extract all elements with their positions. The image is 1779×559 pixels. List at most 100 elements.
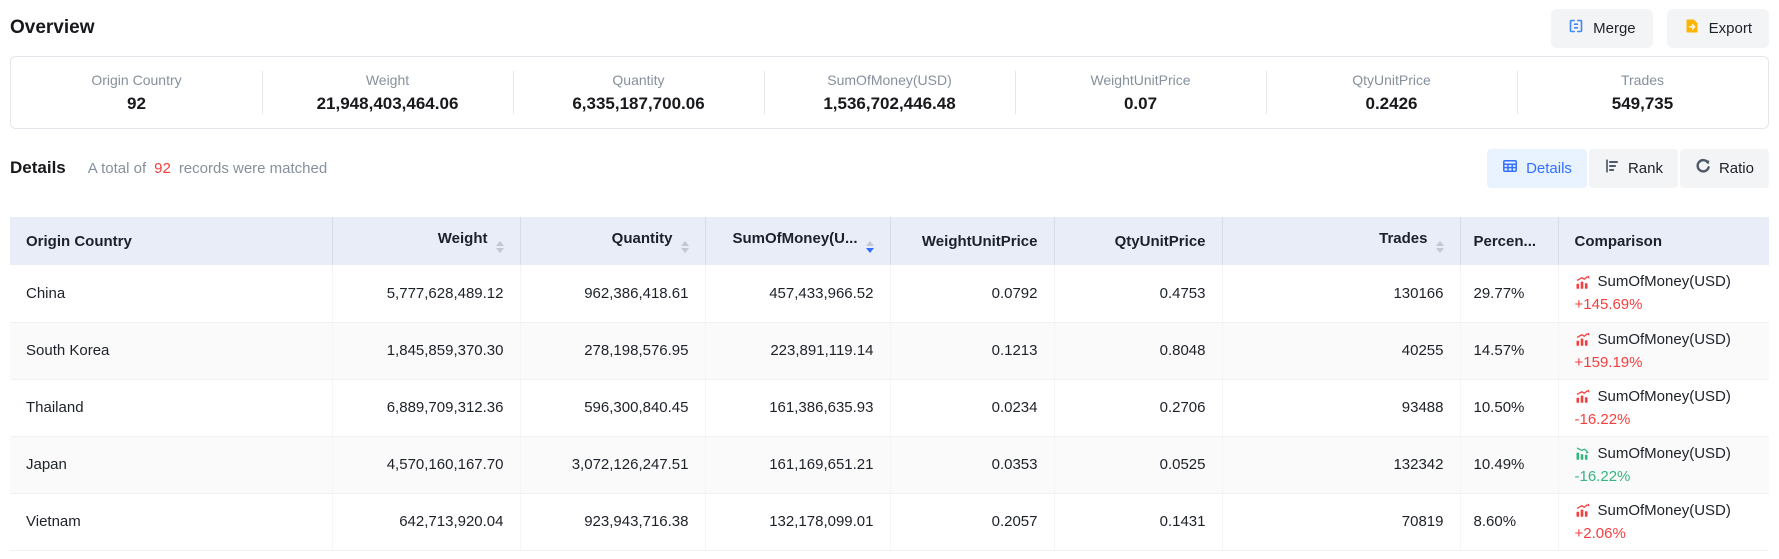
sort-arrows-icon (496, 241, 504, 253)
column-header-sum-of-money[interactable]: SumOfMoney(U... (705, 217, 890, 265)
table-row: Japan 4,570,160,167.70 3,072,126,247.51 … (10, 436, 1769, 493)
comparison-change: -16.22% (1575, 408, 1770, 431)
stat-label: Weight (366, 72, 409, 88)
cell-weight-unit-price: 0.2057 (890, 493, 1054, 550)
merge-icon (1568, 18, 1584, 38)
cell-country: Thailand (10, 379, 332, 436)
view-tab-ratio[interactable]: Ratio (1680, 149, 1769, 188)
column-header-weight-unit-price: WeightUnitPrice (890, 217, 1054, 265)
cell-weight-unit-price: 0.0792 (890, 265, 1054, 322)
export-button[interactable]: Export (1667, 9, 1769, 48)
cell-sum-of-money: 161,169,651.21 (705, 436, 890, 493)
overview-page: Overview Merge (0, 0, 1779, 551)
column-header-origin-country: Origin Country (10, 217, 332, 265)
cell-qty-unit-price: 0.1431 (1054, 493, 1222, 550)
column-header-weight[interactable]: Weight (332, 217, 520, 265)
trend-up-chart-icon (1575, 388, 1591, 404)
comparison-change: -16.22% (1575, 465, 1770, 488)
trend-up-chart-icon (1575, 331, 1591, 347)
cell-country: Vietnam (10, 493, 332, 550)
cell-quantity: 923,943,716.38 (520, 493, 705, 550)
cell-percentage: 14.57% (1460, 322, 1558, 379)
cell-quantity: 278,198,576.95 (520, 322, 705, 379)
cell-trades: 130166 (1222, 265, 1460, 322)
record-count: 92 (154, 160, 171, 177)
table-header-row: Origin Country Weight Quantity SumOfMone… (10, 217, 1769, 265)
cell-sum-of-money: 223,891,119.14 (705, 322, 890, 379)
stat-weight-unit-price: WeightUnitPrice 0.07 (1015, 57, 1266, 128)
cell-qty-unit-price: 0.4753 (1054, 265, 1222, 322)
stat-label: SumOfMoney(USD) (827, 72, 951, 88)
stat-weight: Weight 21,948,403,464.06 (262, 57, 513, 128)
cell-country: South Korea (10, 322, 332, 379)
table-row: Thailand 6,889,709,312.36 596,300,840.45… (10, 379, 1769, 436)
view-tab-details[interactable]: Details (1487, 149, 1587, 188)
cell-trades: 40255 (1222, 322, 1460, 379)
column-header-quantity[interactable]: Quantity (520, 217, 705, 265)
sort-arrows-desc-active-icon (866, 241, 874, 253)
cell-weight: 6,889,709,312.36 (332, 379, 520, 436)
page-title: Overview (10, 17, 95, 39)
stat-value: 21,948,403,464.06 (317, 94, 459, 114)
stat-quantity: Quantity 6,335,187,700.06 (513, 57, 764, 128)
export-file-icon (1684, 18, 1700, 38)
table-row: South Korea 1,845,859,370.30 278,198,576… (10, 322, 1769, 379)
details-header-bar: Details A total of 92 records were match… (10, 148, 1769, 188)
comparison-metric: SumOfMoney(USD) (1598, 270, 1731, 293)
view-tab-label: Rank (1628, 160, 1663, 177)
details-title: Details (10, 158, 66, 178)
column-header-trades[interactable]: Trades (1222, 217, 1460, 265)
cell-percentage: 10.50% (1460, 379, 1558, 436)
summary-prefix: A total of (88, 160, 146, 177)
stat-origin-country: Origin Country 92 (11, 57, 262, 128)
stat-label: QtyUnitPrice (1352, 72, 1431, 88)
comparison-change: +2.06% (1575, 522, 1770, 545)
toolbar-actions: Merge Export (1551, 9, 1769, 48)
column-header-comparison: Comparison (1558, 217, 1769, 265)
column-header-qty-unit-price: QtyUnitPrice (1054, 217, 1222, 265)
trend-up-chart-icon (1575, 274, 1591, 290)
stat-trades: Trades 549,735 (1517, 57, 1768, 128)
cell-weight-unit-price: 0.0234 (890, 379, 1054, 436)
cell-quantity: 596,300,840.45 (520, 379, 705, 436)
stat-label: Quantity (612, 72, 664, 88)
view-tab-rank[interactable]: Rank (1589, 149, 1678, 188)
cell-comparison: SumOfMoney(USD) +145.69% (1558, 265, 1769, 322)
stat-label: Origin Country (91, 72, 181, 88)
cell-percentage: 8.60% (1460, 493, 1558, 550)
comparison-metric: SumOfMoney(USD) (1598, 499, 1731, 522)
cell-percentage: 10.49% (1460, 436, 1558, 493)
stat-value: 6,335,187,700.06 (572, 94, 704, 114)
cell-weight: 4,570,160,167.70 (332, 436, 520, 493)
merge-button[interactable]: Merge (1551, 9, 1653, 48)
cell-quantity: 3,072,126,247.51 (520, 436, 705, 493)
merge-button-label: Merge (1593, 20, 1636, 37)
cell-weight-unit-price: 0.1213 (890, 322, 1054, 379)
stat-label: WeightUnitPrice (1090, 72, 1190, 88)
cell-weight: 1,845,859,370.30 (332, 322, 520, 379)
table-grid-icon (1502, 158, 1518, 178)
comparison-change: +145.69% (1575, 293, 1770, 316)
cell-country: Japan (10, 436, 332, 493)
comparison-metric: SumOfMoney(USD) (1598, 328, 1731, 351)
view-switch: Details Rank Ratio (1487, 149, 1769, 188)
cell-qty-unit-price: 0.0525 (1054, 436, 1222, 493)
cell-sum-of-money: 457,433,966.52 (705, 265, 890, 322)
export-button-label: Export (1709, 20, 1752, 37)
details-table: Origin Country Weight Quantity SumOfMone… (10, 217, 1769, 551)
stat-value: 1,536,702,446.48 (823, 94, 955, 114)
stat-value: 549,735 (1612, 94, 1673, 114)
summary-suffix: records were matched (179, 160, 327, 177)
table-row: Vietnam 642,713,920.04 923,943,716.38 13… (10, 493, 1769, 550)
trend-down-chart-icon (1575, 445, 1591, 461)
stat-qty-unit-price: QtyUnitPrice 0.2426 (1266, 57, 1517, 128)
cell-sum-of-money: 132,178,099.01 (705, 493, 890, 550)
sort-arrows-icon (681, 241, 689, 253)
top-bar: Overview Merge (10, 0, 1769, 56)
cell-comparison: SumOfMoney(USD) -16.22% (1558, 436, 1769, 493)
stat-sum-of-money: SumOfMoney(USD) 1,536,702,446.48 (764, 57, 1015, 128)
records-matched-summary: A total of 92 records were matched (88, 160, 327, 177)
cell-weight: 642,713,920.04 (332, 493, 520, 550)
trend-up-chart-icon (1575, 502, 1591, 518)
cell-comparison: SumOfMoney(USD) +2.06% (1558, 493, 1769, 550)
